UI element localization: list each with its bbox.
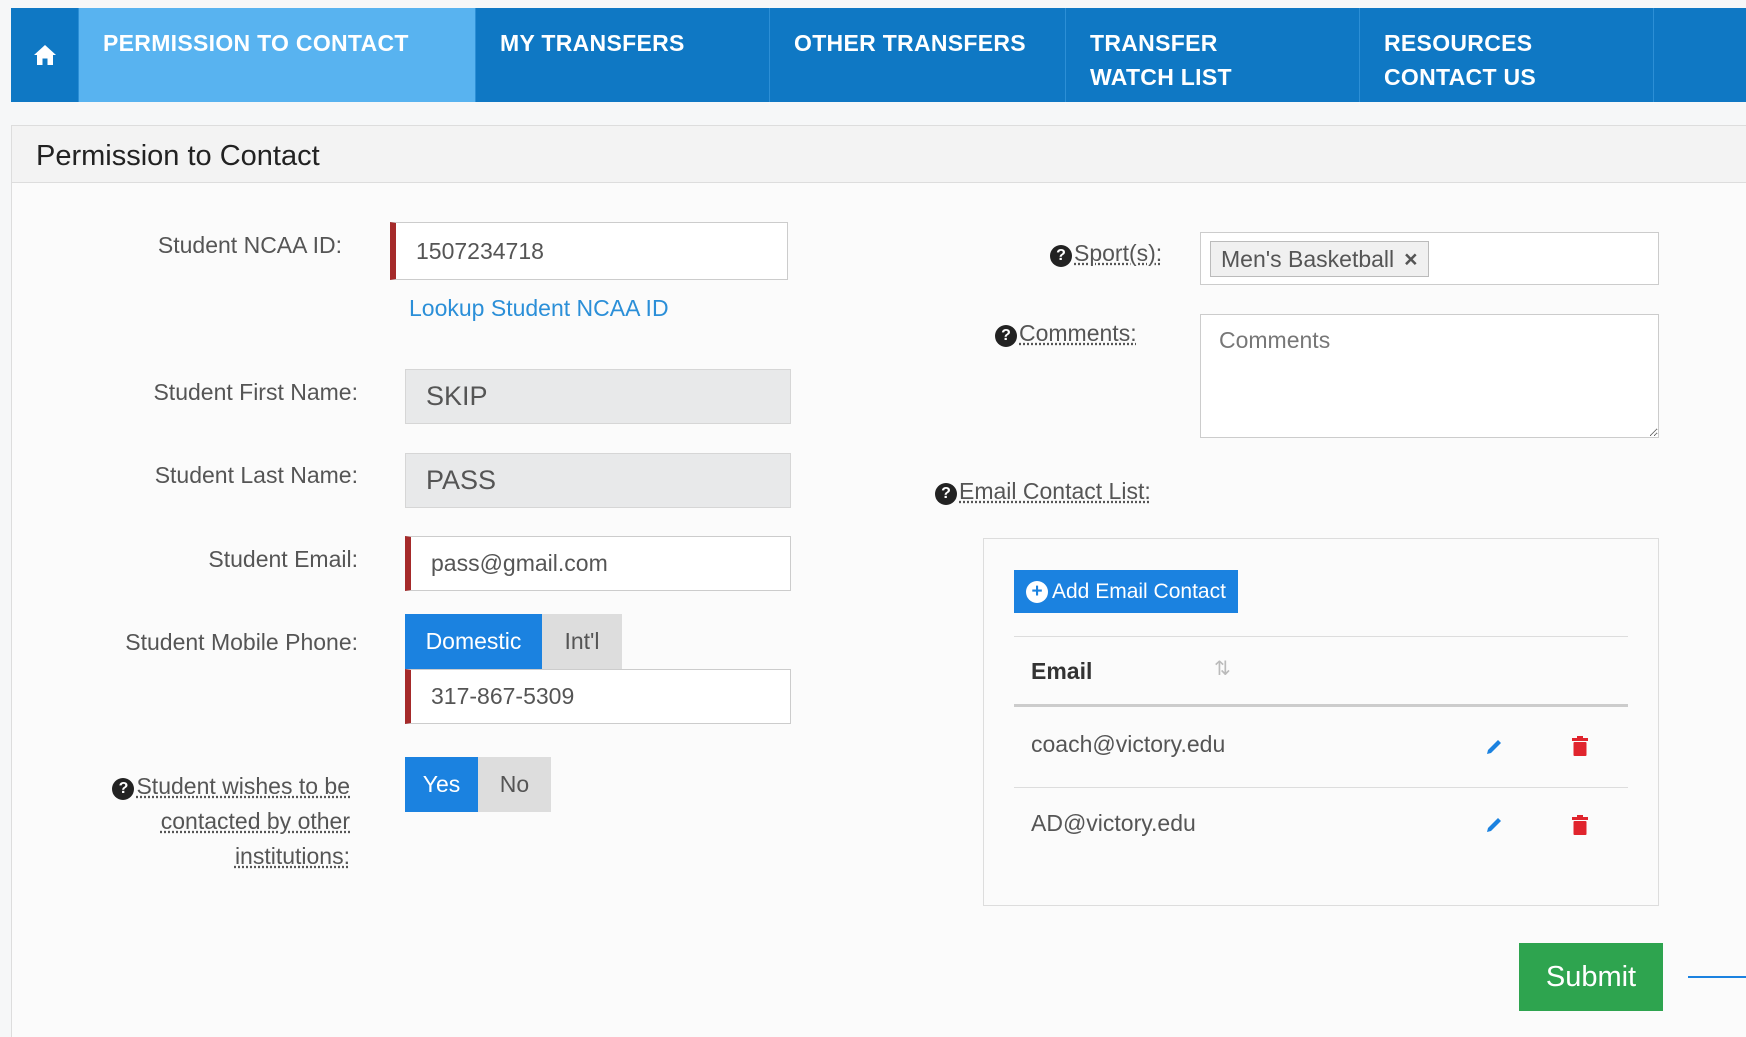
- student-email-field[interactable]: pass@gmail.com: [405, 536, 791, 591]
- wishes-contact-label: ? Student wishes to be contacted by other…: [95, 769, 350, 874]
- table-row-email: coach@victory.edu: [1031, 731, 1226, 757]
- side-divider-line: [1688, 976, 1746, 978]
- nav-transfer-watch-list[interactable]: TRANSFER WATCH LIST: [1066, 8, 1360, 102]
- nav-other-transfers[interactable]: OTHER TRANSFERS: [770, 8, 1066, 102]
- panel-title: Permission to Contact: [12, 126, 1746, 183]
- help-icon[interactable]: ?: [112, 778, 135, 800]
- home-icon: [33, 45, 56, 65]
- trash-icon[interactable]: [1570, 814, 1590, 836]
- no-toggle-button[interactable]: No: [478, 757, 551, 812]
- submit-button[interactable]: Submit: [1519, 943, 1663, 1011]
- lookup-ncaa-id-link[interactable]: Lookup Student NCAA ID: [409, 295, 669, 322]
- help-icon[interactable]: ?: [1050, 245, 1072, 267]
- comments-textarea[interactable]: [1200, 314, 1659, 438]
- help-icon[interactable]: ?: [935, 483, 957, 505]
- ncaa-id-label: Student NCAA ID:: [157, 232, 342, 258]
- first-name-field: SKIP: [405, 369, 791, 424]
- table-header-divider: [1014, 704, 1628, 707]
- ncaa-id-field[interactable]: 1507234718: [390, 222, 788, 280]
- email-column-header[interactable]: Email: [1031, 658, 1092, 685]
- last-name-label: Student Last Name:: [154, 462, 358, 488]
- remove-tag-icon[interactable]: ×: [1404, 246, 1417, 273]
- last-name-field: PASS: [405, 453, 791, 508]
- phone-type-toggle: Domestic Int'l: [405, 614, 622, 669]
- wishes-contact-toggle: Yes No: [405, 757, 551, 812]
- domestic-toggle-button[interactable]: Domestic: [405, 614, 542, 669]
- nav-my-transfers[interactable]: MY TRANSFERS: [476, 8, 770, 102]
- phone-field[interactable]: 317-867-5309: [405, 669, 791, 724]
- email-label: Student Email:: [208, 546, 358, 572]
- edit-icon[interactable]: [1484, 737, 1504, 757]
- email-contact-list-label: ? Email Contact List:: [935, 478, 1151, 505]
- add-email-contact-label: Add Email Contact: [1052, 579, 1226, 603]
- phone-label: Student Mobile Phone:: [125, 629, 358, 655]
- add-email-contact-button[interactable]: + Add Email Contact: [1014, 570, 1238, 613]
- comments-label: ? Comments:: [995, 320, 1137, 347]
- first-name-label: Student First Name:: [153, 379, 358, 405]
- sort-icon[interactable]: ⇅: [1214, 656, 1231, 681]
- table-top-divider: [1014, 636, 1628, 637]
- table-row-email: AD@victory.edu: [1031, 810, 1196, 836]
- top-nav: PERMISSION TO CONTACT MY TRANSFERS OTHER…: [11, 8, 1746, 102]
- help-icon[interactable]: ?: [995, 325, 1017, 347]
- nav-permission-to-contact[interactable]: PERMISSION TO CONTACT: [79, 8, 476, 102]
- sports-label: ? Sport(s):: [1050, 240, 1162, 267]
- nav-resources-contact-us[interactable]: RESOURCES CONTACT US: [1360, 8, 1654, 102]
- trash-icon[interactable]: [1570, 735, 1590, 757]
- sport-tag: Men's Basketball ×: [1210, 241, 1429, 277]
- home-button[interactable]: [11, 8, 79, 102]
- yes-toggle-button[interactable]: Yes: [405, 757, 478, 812]
- row-divider: [1014, 787, 1628, 788]
- plus-circle-icon: +: [1026, 580, 1048, 603]
- intl-toggle-button[interactable]: Int'l: [542, 614, 622, 669]
- edit-icon[interactable]: [1484, 815, 1504, 835]
- sport-tag-label: Men's Basketball: [1221, 245, 1395, 272]
